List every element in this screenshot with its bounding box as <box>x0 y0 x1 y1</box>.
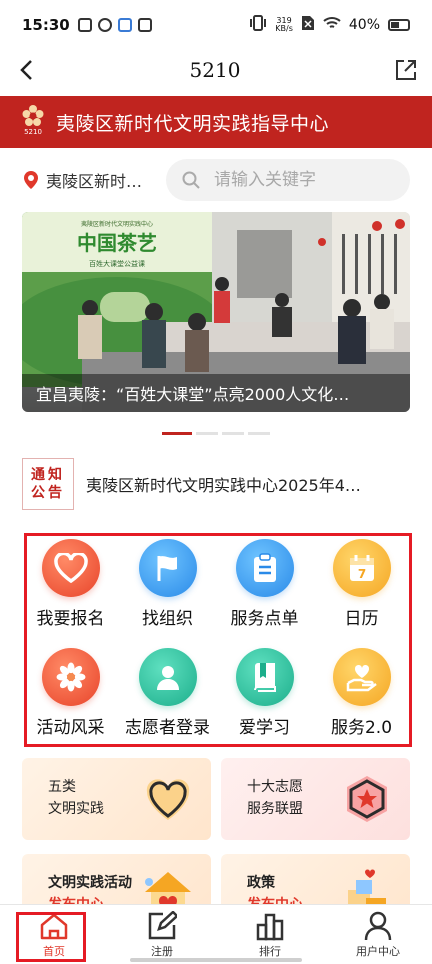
news-carousel[interactable]: 中国茶艺 百姓大课堂公益课 夷陵区新时代文明实践中心 宜昌夷陵：“百姓大课堂”点… <box>22 212 410 412</box>
page-title: 5210 <box>189 58 241 82</box>
carousel-indicator <box>0 412 432 454</box>
share-external-icon[interactable] <box>394 58 418 82</box>
notification-app-icon <box>117 18 132 32</box>
grid-item-service-order[interactable]: 服务点单 <box>216 536 313 645</box>
org-header-banner: 5210 夷陵区新时代文明实践指导中心 <box>0 96 432 148</box>
net-speed: 319 KB/s <box>275 16 293 33</box>
search-icon <box>182 171 200 189</box>
flag-icon <box>138 539 197 597</box>
card-five-practices[interactable]: 五类 文明实践 <box>22 758 211 840</box>
slide-title: 中国茶艺 <box>77 231 157 255</box>
nav-ranking[interactable]: 排行 <box>216 905 324 964</box>
heart-icon <box>41 539 100 597</box>
svg-text:7: 7 <box>357 567 365 581</box>
location-label: 夷陵区新时… <box>46 172 143 191</box>
user-icon <box>364 911 392 940</box>
message-icon <box>137 18 152 32</box>
carousel-dot[interactable] <box>162 431 192 435</box>
no-sim-icon <box>301 15 315 35</box>
app-screen: 15:30 319 KB/s 40% 5210 5210 夷陵区新时代文明实践指… <box>0 0 432 964</box>
home-indicator[interactable] <box>130 958 302 962</box>
function-grid: 我要报名 找组织 服务点单 7 日历 活动风采 志愿者登录 爱学习 服务2.0 <box>22 536 410 754</box>
location-selector[interactable]: 夷陵区新时… <box>22 168 152 192</box>
nav-user-center[interactable]: 用户中心 <box>324 905 432 964</box>
notification-app-icon <box>97 18 112 32</box>
ranking-icon <box>256 913 284 940</box>
status-time: 15:30 <box>22 16 70 34</box>
search-row: 夷陵区新时… <box>0 148 432 212</box>
hand-heart-icon <box>332 648 391 706</box>
grid-item-activity-gallery[interactable]: 活动风采 <box>22 645 119 754</box>
clipboard-icon <box>235 539 294 597</box>
title-bar: 5210 <box>0 50 432 90</box>
book-icon <box>235 648 294 706</box>
grid-item-signup[interactable]: 我要报名 <box>22 536 119 645</box>
vibrate-icon <box>249 15 267 35</box>
flower-icon <box>41 648 100 706</box>
heart-outline-icon <box>146 779 190 820</box>
carousel-dot[interactable] <box>222 431 244 435</box>
slide-subtitle: 百姓大课堂公益课 <box>89 259 145 268</box>
grid-item-calendar[interactable]: 7 日历 <box>313 536 410 645</box>
calendar-icon: 7 <box>332 539 391 597</box>
notice-badge: 通知 公告 <box>22 458 74 510</box>
grid-item-service-2[interactable]: 服务2.0 <box>313 645 410 754</box>
edit-icon <box>148 910 177 939</box>
grid-item-find-org[interactable]: 找组织 <box>119 536 216 645</box>
slide-top-text: 夷陵区新时代文明实践中心 <box>81 220 153 228</box>
carousel-dot[interactable] <box>248 431 270 435</box>
chevron-left-icon[interactable] <box>16 58 36 82</box>
notice-bar[interactable]: 通知 公告 夷陵区新时代文明实践中心2025年4… <box>0 454 432 514</box>
flower-logo-icon <box>22 105 44 126</box>
battery-icon <box>388 19 410 31</box>
location-pin-icon <box>24 171 38 189</box>
nav-highlight-box <box>16 912 86 962</box>
carousel-dot[interactable] <box>196 431 218 435</box>
card-volunteer-alliance[interactable]: 十大志愿 服务联盟 <box>221 758 410 840</box>
wifi-icon <box>323 16 341 34</box>
battery-text: 40% <box>348 17 380 33</box>
person-icon <box>138 648 197 706</box>
notice-text: 夷陵区新时代文明实践中心2025年4… <box>86 476 361 495</box>
notification-app-icon <box>77 18 92 32</box>
search-input[interactable] <box>214 170 404 190</box>
grid-item-study[interactable]: 爱学习 <box>216 645 313 754</box>
org-title: 夷陵区新时代文明实践指导中心 <box>56 112 330 135</box>
org-logo: 5210 <box>20 104 46 140</box>
search-box[interactable] <box>166 159 410 201</box>
grid-item-volunteer-login[interactable]: 志愿者登录 <box>119 645 216 754</box>
carousel-caption: 宜昌夷陵：“百姓大课堂”点亮2000人文化… <box>22 374 410 412</box>
star-badge-icon <box>347 776 387 822</box>
nav-register[interactable]: 注册 <box>108 905 216 964</box>
status-bar: 15:30 319 KB/s 40% <box>0 0 432 50</box>
